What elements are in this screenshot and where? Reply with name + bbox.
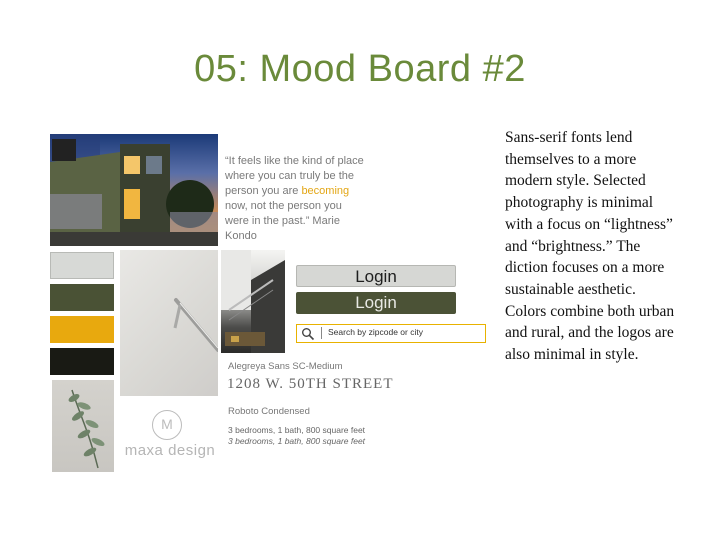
quote-text: “It feels like the kind of place where y… [225,155,364,242]
font-sample-label-1: Alegreya Sans SC-Medium [228,361,343,372]
search-placeholder: Search by zipcode or city [328,327,423,337]
color-swatch-light-gray [50,252,114,279]
login-button-dark[interactable]: Login [296,292,456,314]
details-italic: 3 bedrooms, 1 bath, 800 square feet [228,436,366,446]
plant-photo [52,380,114,472]
color-swatch-black [50,348,114,375]
address-sample: 1208 W. 50TH STREET [227,376,394,392]
wall-handrail-photo [120,250,218,396]
logo-text: maxa design [124,442,216,459]
login-button-light[interactable]: Login [296,265,456,287]
mood-board: “It feels like the kind of place where y… [50,134,490,472]
maxa-logo-icon: M [152,410,182,440]
color-swatch-yellow [50,316,114,343]
search-icon [301,327,315,341]
search-divider [321,327,322,339]
house-photo [50,134,218,246]
search-input[interactable]: Search by zipcode or city [296,324,486,343]
slide-title: 05: Mood Board #2 [194,48,526,90]
quote-highlight: becoming [301,185,350,197]
description-text: Sans-serif fonts lend themselves to a mo… [505,129,675,364]
color-swatch-olive [50,284,114,311]
staircase-photo [221,250,285,353]
font-sample-label-2: Roboto Condensed [228,406,310,417]
details-regular: 3 bedrooms, 1 bath, 800 square feet [228,425,366,435]
